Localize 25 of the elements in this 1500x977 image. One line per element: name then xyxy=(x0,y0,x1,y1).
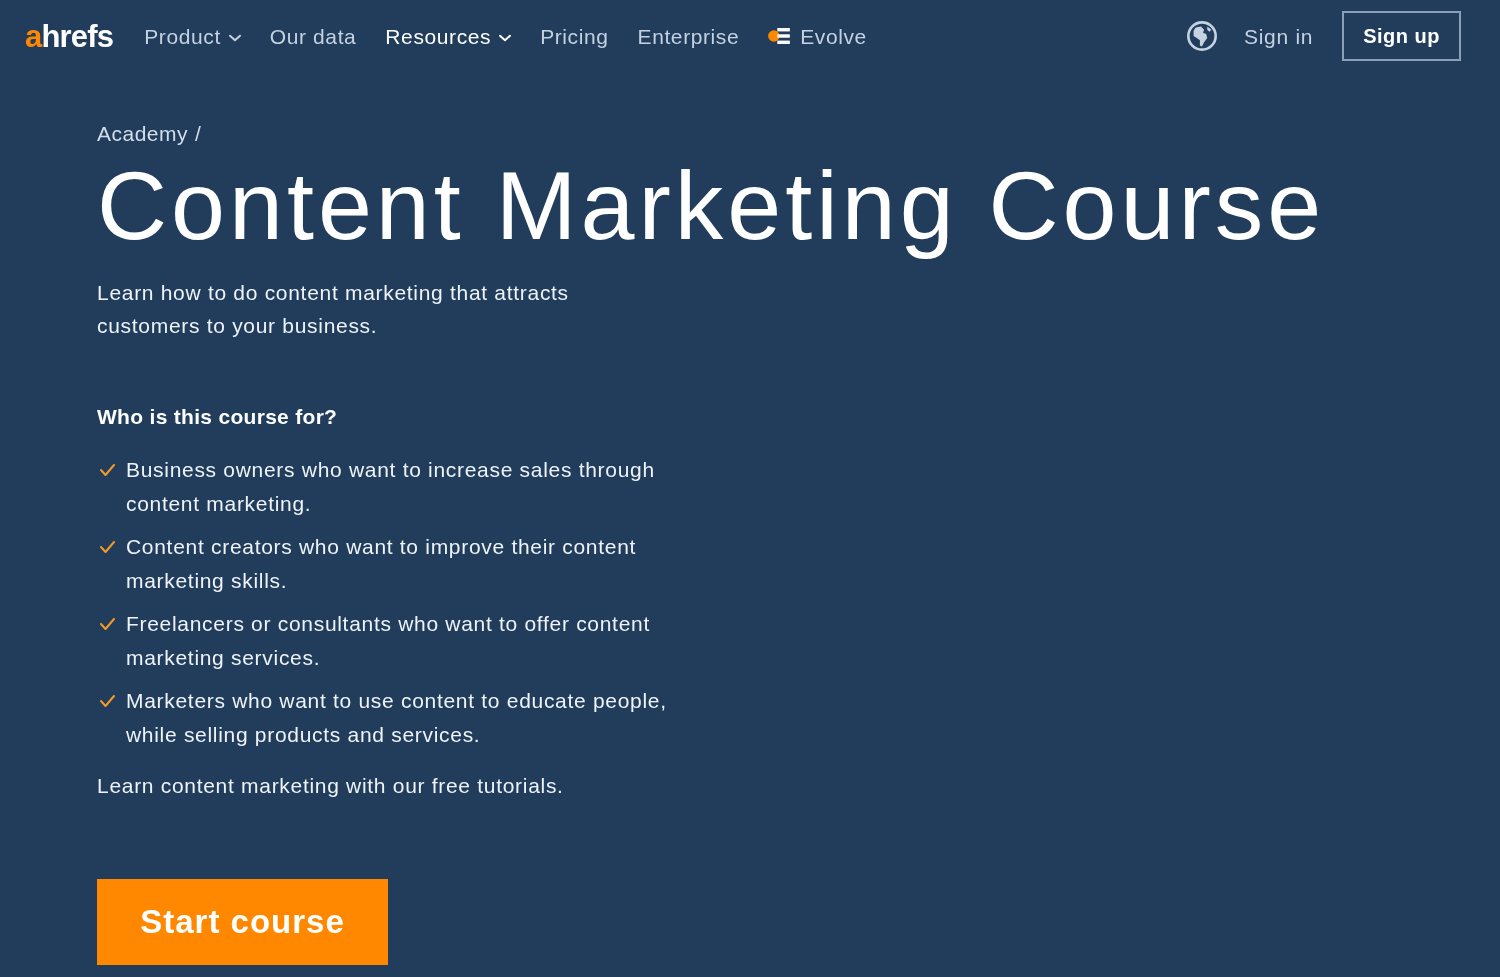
sign-up-button[interactable]: Sign up xyxy=(1342,11,1461,61)
audience-item: Marketers who want to use content to educate people, while selling products and services. xyxy=(126,687,668,748)
nav-link[interactable]: Evolve xyxy=(768,25,867,47)
nav-link[interactable]: Our data xyxy=(269,25,357,47)
closing-text: Learn content marketing with our free tutorials. xyxy=(97,772,564,799)
breadcrumb-separator: / xyxy=(195,122,202,146)
audience-item: Business owners who want to increase sales through content marketing. xyxy=(126,456,656,517)
audience-item: Content creators who want to improve their content marketing skills. xyxy=(126,533,638,594)
section-heading: Who is this course for? xyxy=(97,403,338,430)
course-description: Learn how to do content marketing that attracts customers to your business. xyxy=(97,279,570,339)
nav-link[interactable]: Pricing xyxy=(540,25,609,47)
audience-item: Freelancers or consultants who want to offer content marketing services. xyxy=(126,610,651,671)
globe-icon xyxy=(1187,21,1218,51)
check-icon xyxy=(100,694,115,707)
check-icon xyxy=(100,540,115,553)
logo[interactable]: ahrefs xyxy=(25,20,114,52)
nav-link[interactable]: Enterprise xyxy=(637,25,740,47)
sign-in-link[interactable]: Sign in xyxy=(1244,25,1314,47)
check-icon xyxy=(100,463,115,476)
check-icon xyxy=(100,617,115,630)
breadcrumb-link[interactable]: Academy xyxy=(97,122,189,146)
brand-icon xyxy=(768,28,791,44)
nav-link[interactable]: Product xyxy=(144,25,241,47)
page-title: Content Marketing Course xyxy=(97,150,1326,262)
nav-link[interactable]: Resources xyxy=(385,25,512,47)
